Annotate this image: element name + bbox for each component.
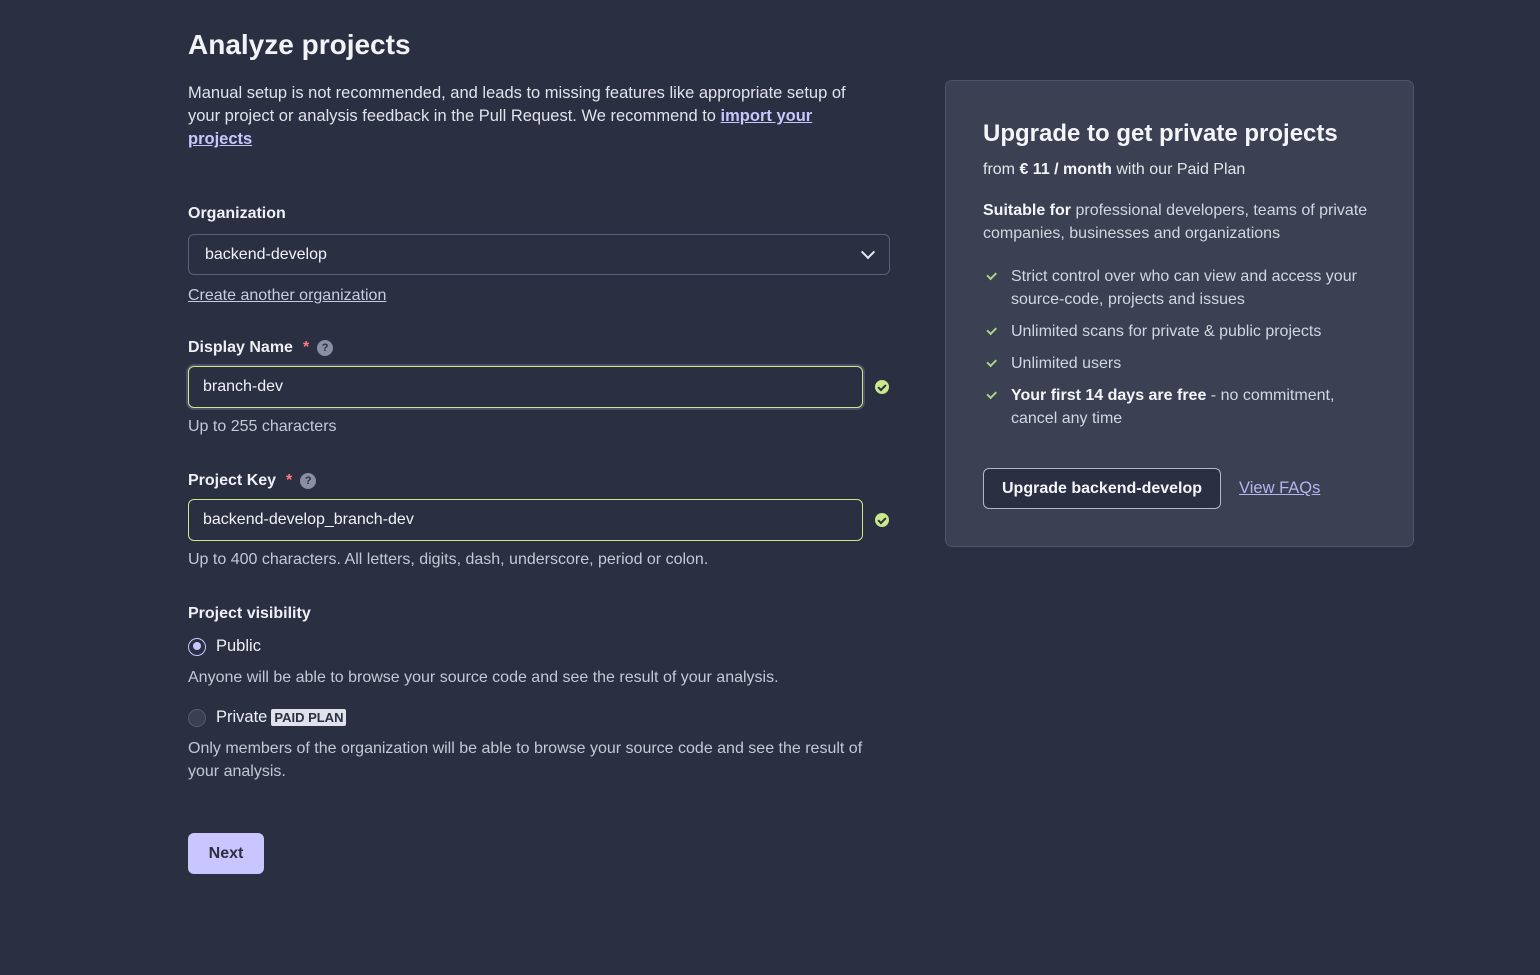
display-name-row: branch-dev: [188, 366, 893, 408]
price-value: € 11 / month: [1019, 161, 1112, 178]
project-key-row: backend-develop_branch-dev: [188, 499, 893, 541]
upgrade-button[interactable]: Upgrade backend-develop: [983, 468, 1222, 509]
feature-text: Your first 14 days are free - no commitm…: [1011, 384, 1376, 430]
display-name-label: Display Name * ?: [188, 339, 893, 357]
upgrade-price: from € 11 / month with our Paid Plan: [983, 161, 1376, 179]
valid-check-icon: [875, 380, 889, 394]
private-description: Only members of the organization will be…: [188, 740, 863, 780]
help-icon[interactable]: ?: [317, 340, 334, 356]
display-name-hint: Up to 255 characters: [188, 418, 337, 435]
upgrade-suitable: Suitable for professional developers, te…: [983, 199, 1376, 245]
public-radio[interactable]: [188, 637, 206, 656]
private-radio-label: Private: [216, 708, 268, 726]
display-name-input[interactable]: branch-dev: [188, 366, 863, 408]
page-title: Analyze projects: [188, 29, 411, 60]
feature-text-bold: Your first 14 days are free: [1011, 387, 1207, 404]
paid-plan-badge: PAID PLAN: [271, 709, 347, 726]
view-faqs-link[interactable]: View FAQs: [1239, 479, 1320, 498]
feature-text-body: Strict control over who can view and acc…: [1011, 268, 1357, 308]
organization-section: Organization backend-develop Create anot…: [188, 205, 893, 305]
check-icon: [983, 265, 999, 288]
suitable-bold: Suitable for: [983, 202, 1072, 219]
public-radio-option[interactable]: Public: [188, 637, 893, 656]
private-radio-option[interactable]: Private PAID PLAN: [188, 708, 893, 727]
project-key-section: Project Key * ? backend-develop_branch-d…: [188, 472, 893, 569]
upgrade-actions: Upgrade backend-develop View FAQs: [983, 468, 1320, 509]
organization-select[interactable]: backend-develop: [188, 234, 890, 275]
price-suffix: with our Paid Plan: [1111, 161, 1246, 178]
project-key-input[interactable]: backend-develop_branch-dev: [188, 499, 863, 541]
check-icon: [983, 320, 999, 343]
feature-item: Unlimited users: [983, 352, 1376, 375]
visibility-section: Project visibility Public Anyone will be…: [188, 605, 893, 783]
feature-text: Unlimited users: [1011, 352, 1121, 375]
display-name-label-text: Display Name: [188, 339, 293, 356]
required-marker: *: [286, 472, 293, 489]
feature-item: Strict control over who can view and acc…: [983, 265, 1376, 311]
upgrade-title: Upgrade to get private projects: [983, 120, 1338, 147]
create-organization-link[interactable]: Create another organization: [188, 287, 386, 305]
organization-label: Organization: [188, 205, 893, 223]
private-radio[interactable]: [188, 708, 206, 727]
check-icon: [983, 352, 999, 375]
feature-item: Your first 14 days are free - no commitm…: [983, 384, 1376, 430]
visibility-label-text: Project visibility: [188, 605, 311, 622]
upgrade-card: Upgrade to get private projects from € 1…: [945, 80, 1414, 547]
feature-list: Strict control over who can view and acc…: [983, 265, 1376, 430]
feature-text-body: Unlimited scans for private & public pro…: [1011, 323, 1322, 340]
public-description: Anyone will be able to browse your sourc…: [188, 669, 779, 686]
project-key-label: Project Key * ?: [188, 472, 893, 490]
project-key-hint: Up to 400 characters. All letters, digit…: [188, 551, 709, 568]
next-button[interactable]: Next: [188, 833, 264, 874]
check-icon: [983, 384, 999, 407]
visibility-label: Project visibility: [188, 605, 893, 623]
required-marker: *: [302, 339, 310, 356]
page: Analyze projects Manual setup is not rec…: [0, 0, 1540, 975]
public-radio-label: Public: [216, 637, 261, 655]
feature-text: Strict control over who can view and acc…: [1011, 265, 1376, 311]
organization-selected-value: backend-develop: [205, 245, 327, 263]
organization-label-text: Organization: [188, 205, 286, 222]
main-form: Analyze projects Manual setup is not rec…: [188, 28, 893, 874]
help-icon[interactable]: ?: [300, 473, 317, 489]
price-prefix: from: [983, 161, 1020, 178]
intro-text: Manual setup is not recommended, and lea…: [188, 82, 878, 151]
feature-item: Unlimited scans for private & public pro…: [983, 320, 1376, 343]
chevron-down-icon: [860, 244, 876, 259]
project-key-label-text: Project Key: [188, 472, 277, 489]
feature-text-body: Unlimited users: [1011, 355, 1122, 372]
display-name-section: Display Name * ? branch-dev Up to 255 ch…: [188, 339, 893, 436]
valid-check-icon: [875, 513, 889, 527]
feature-text: Unlimited scans for private & public pro…: [1011, 320, 1321, 343]
